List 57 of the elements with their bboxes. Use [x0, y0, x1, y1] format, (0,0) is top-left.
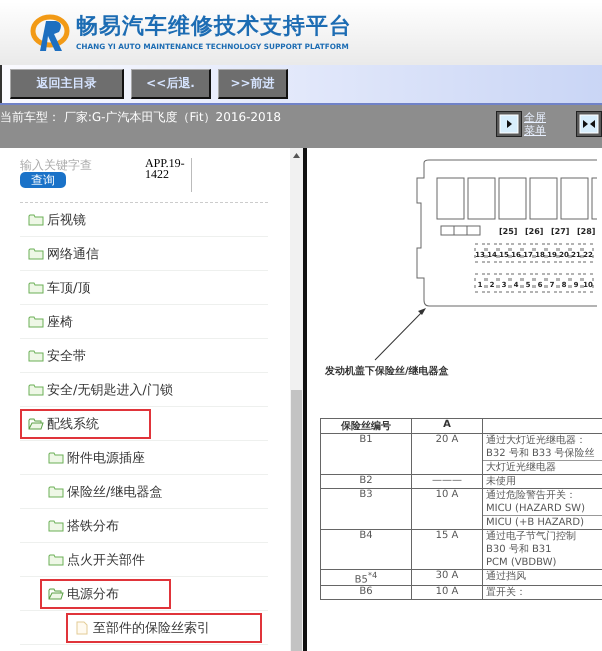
tree-item[interactable]: 配线系统	[20, 408, 151, 438]
vehicle-info: 当前车型： 厂家:G-广汽本田飞度（Fit）2016-2018	[0, 109, 282, 126]
tree-item[interactable]: 车顶/顶	[20, 272, 142, 302]
table-cell-text: 大灯近光继电器	[486, 461, 557, 474]
tree-item[interactable]: 安全带	[20, 340, 138, 370]
document-code: APP.19-1422	[145, 158, 192, 192]
table-header: A	[412, 418, 482, 434]
table-cell: 15 A	[412, 530, 482, 570]
table-cell-text: MICU (HAZARD SW)	[486, 502, 586, 515]
fuse-slot-label: [28]	[577, 227, 596, 236]
tree-item[interactable]: 座椅	[20, 306, 125, 336]
split-view-icon[interactable]	[576, 111, 602, 137]
tree-item[interactable]: 点火开关部件	[40, 544, 197, 574]
table-cell-text: MICU (+B HAZARD)	[486, 516, 585, 529]
table-header: 保险丝编号	[320, 418, 412, 434]
scrollbar-thumb[interactable]	[291, 390, 302, 651]
table-cell: B4	[320, 530, 412, 570]
table-cell-text: 置开关：	[486, 586, 527, 600]
search-button[interactable]: 查询	[20, 172, 66, 188]
table-cell: B2	[320, 474, 412, 488]
table-cell: 20 A	[412, 434, 482, 474]
tree-item[interactable]: 至部件的保险丝索引	[66, 612, 262, 642]
table-cell-text: 通过大灯近光继电器：	[486, 434, 587, 447]
table-cell-text: 通过电子节气门控制	[486, 530, 577, 543]
scroll-up-icon[interactable]	[293, 153, 300, 158]
table-cell: B1	[320, 434, 412, 474]
fuse-slot-label: [25]	[499, 227, 518, 236]
nav-button[interactable]: 返回主目录	[10, 69, 124, 99]
expand-panel-icon[interactable]	[496, 111, 522, 137]
table-cell: ———	[412, 474, 482, 488]
table-cell: 10 A	[412, 586, 482, 600]
document-icon	[74, 620, 90, 634]
tree-item[interactable]: 安全/无钥匙进入/门锁	[20, 374, 225, 404]
table-cell-text: 未使用	[486, 475, 517, 488]
tree-item[interactable]: 保险丝/继电器盒	[40, 476, 214, 506]
nav-button[interactable]: >>前进	[218, 69, 288, 99]
table-cell-text: PCM (VBDBW)	[486, 556, 558, 569]
fuse-slot-label: [27]	[551, 227, 570, 236]
table-cell: B6	[320, 586, 412, 600]
tree-item[interactable]: 电源分布	[40, 578, 171, 608]
tree-item[interactable]: 后视镜	[20, 204, 138, 234]
tree-item[interactable]: 网络通信	[20, 238, 151, 268]
fuse-slot-label: [26]	[525, 227, 544, 236]
table-cell-text: 通过危险警告开关：	[486, 489, 577, 502]
table-cell: B3	[320, 488, 412, 530]
table-cell-text: B30 号和 B31	[486, 543, 553, 556]
table-cell-text: 通过挡风	[486, 570, 527, 583]
site-title: 畅易汽车维修技术支持平台	[76, 14, 352, 40]
nav-button[interactable]: <<后退.	[131, 69, 211, 99]
fuse-box-caption: 发动机盖下保险丝/继电器盒	[325, 366, 449, 377]
tree-item[interactable]: 搭铁分布	[40, 510, 171, 540]
table-cell-text: B32 号和 B33 号保险丝	[486, 447, 596, 460]
tree-item[interactable]: 附件电源插座	[40, 442, 197, 472]
leader-line	[374, 308, 426, 360]
table-cell: B5$^{*4}$	[320, 570, 412, 586]
table-cell: 30 A	[412, 570, 482, 586]
table-cell: 10 A	[412, 488, 482, 530]
